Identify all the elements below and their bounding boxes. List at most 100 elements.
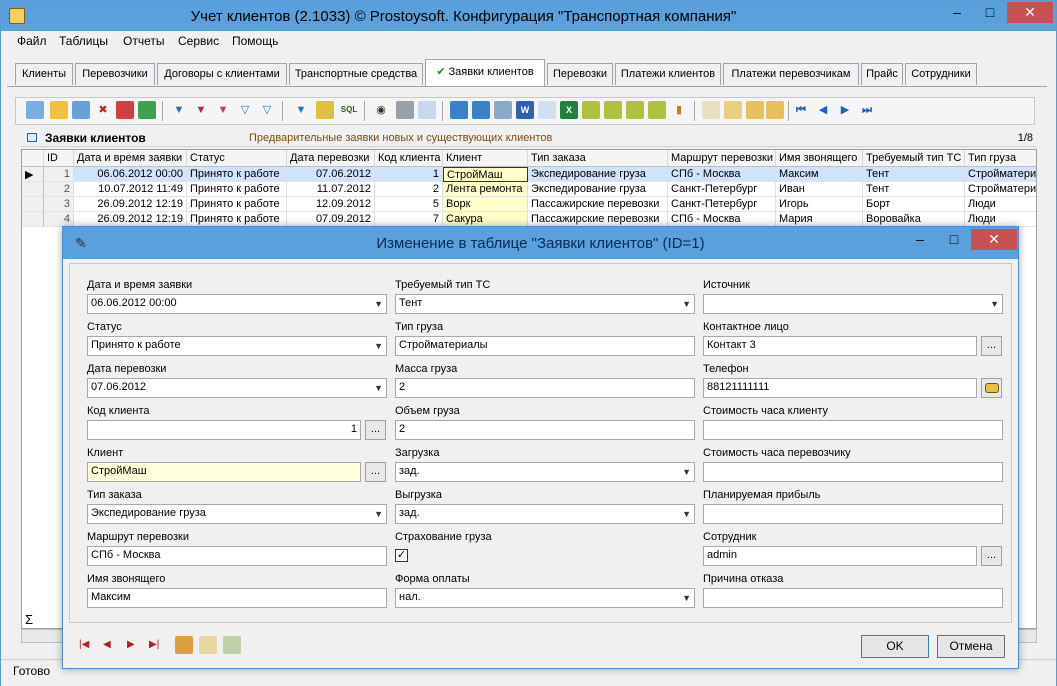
chevron-down-icon[interactable]: ▼ [682,593,691,603]
edit-icon[interactable] [50,101,68,119]
cell-order-type[interactable]: Экспедирование груза [528,182,668,197]
cell-cargo-type[interactable]: Люди [965,212,1036,227]
order-type-select[interactable]: Экспедирование груза ▼ [87,504,387,524]
sql-icon[interactable]: SQL [340,101,358,119]
cell-status[interactable]: Принято к работе [187,212,287,227]
cell-caller[interactable]: Максим [776,167,863,182]
cell-cargo-type[interactable]: Люди [965,197,1036,212]
cell-client-code[interactable]: 2 [375,182,443,197]
cargo-type-field[interactable]: Стройматериалы [395,336,695,356]
tab-transportations[interactable]: Перевозки [547,63,613,85]
cell-request-datetime[interactable]: 26.09.2012 12:19 [74,197,187,212]
chevron-down-icon[interactable]: ▼ [374,383,383,393]
cell-client[interactable]: Сакура [443,212,528,227]
report-list-icon[interactable] [746,101,764,119]
cell-caller[interactable]: Мария [776,212,863,227]
loading-select[interactable]: зад. ▼ [395,462,695,482]
tab-clients[interactable]: Клиенты [15,63,73,85]
payment-form-select[interactable]: нал. ▼ [395,588,695,608]
table-row[interactable]: 2 10.07.2012 11:49 Принято к работе 11.0… [22,182,1036,197]
column-header-client[interactable]: Клиент [443,150,528,167]
csv-icon[interactable] [582,101,600,119]
cell-vehicle-type[interactable]: Тент [863,182,965,197]
cell-client[interactable]: Ворк [443,197,528,212]
menu-file[interactable]: Файл [11,34,53,48]
import-icon[interactable] [472,101,490,119]
cell-vehicle-type[interactable]: Тент [863,167,965,182]
chevron-down-icon[interactable]: ▼ [374,299,383,309]
chevron-down-icon[interactable]: ▼ [990,299,999,309]
caller-name-field[interactable]: Максим [87,588,387,608]
tools-icon[interactable] [175,636,193,654]
cell-id[interactable]: 1 [44,167,74,182]
dialog-maximize-button[interactable]: □ [938,229,970,250]
sort-icon[interactable]: ▼ [292,101,310,119]
tab-client-payments[interactable]: Платежи клиентов [615,63,721,85]
table-row[interactable]: 3 26.09.2012 12:19 Принято к работе 12.0… [22,197,1036,212]
cell-cargo-type[interactable]: Стройматериалы [965,182,1036,197]
minimize-button[interactable]: – [941,2,973,23]
cell-request-datetime[interactable]: 26.09.2012 12:19 [74,212,187,227]
rtf-icon[interactable] [648,101,666,119]
chevron-down-icon[interactable]: ▼ [374,509,383,519]
cell-id[interactable]: 4 [44,212,74,227]
column-header-caller[interactable]: Имя звонящего [776,150,863,167]
cell-vehicle-type[interactable]: Борт [863,197,965,212]
dbf-icon[interactable] [626,101,644,119]
cell-client-code[interactable]: 5 [375,197,443,212]
cell-transport-date[interactable]: 11.07.2012 [287,182,375,197]
first-record-icon[interactable]: ⏮ [792,101,810,119]
vehicle-type-select[interactable]: Тент ▼ [395,294,695,314]
cargo-volume-field[interactable]: 2 [395,420,695,440]
reject-reason-field[interactable] [703,588,1003,608]
contact-person-lookup-button[interactable]: ... [981,336,1002,356]
employee-lookup-button[interactable]: ... [981,546,1002,566]
filter-by-value-icon[interactable]: ▽ [236,101,254,119]
cell-client[interactable]: СтройМаш [443,167,528,182]
route-field[interactable]: СПб - Москва [87,546,387,566]
column-header-transport-date[interactable]: Дата перевозки [287,150,375,167]
next-record-icon[interactable]: ▶ [127,639,135,650]
phone-icon[interactable] [981,378,1002,398]
employee-field[interactable]: admin [703,546,977,566]
cell-client-code[interactable]: 7 [375,212,443,227]
tab-price[interactable]: Прайс [861,63,903,85]
html-icon[interactable] [538,101,556,119]
last-record-icon[interactable]: ⏭ [858,101,876,119]
next-record-icon[interactable]: ▶ [836,101,854,119]
tab-carrier-payments[interactable]: Платежи перевозчикам [723,63,859,85]
cell-request-datetime[interactable]: 06.06.2012 00:00 [74,167,187,182]
cell-route[interactable]: Санкт-Петербург [668,197,776,212]
txt-icon[interactable] [604,101,622,119]
filter-clear-icon[interactable]: ▼ [214,101,232,119]
column-header-status[interactable]: Статус [187,150,287,167]
cell-caller[interactable]: Игорь [776,197,863,212]
close-button[interactable]: ✕ [1007,2,1053,23]
ok-button[interactable]: OK [861,635,929,658]
insurance-checkbox[interactable]: ✓ [395,549,408,562]
chart-icon[interactable]: ▮ [670,101,688,119]
carrier-hour-cost-field[interactable] [703,462,1003,482]
cell-status[interactable]: Принято к работе [187,182,287,197]
planned-profit-field[interactable] [703,504,1003,524]
menu-reports[interactable]: Отчеты [117,34,170,48]
cell-order-type[interactable]: Пассажирские перевозки [528,212,668,227]
cell-status[interactable]: Принято к работе [187,197,287,212]
chevron-down-icon[interactable]: ▼ [682,299,691,309]
prev-record-icon[interactable]: ◀ [814,101,832,119]
report-edit-icon[interactable] [724,101,742,119]
column-header-route[interactable]: Маршрут перевозки [668,150,776,167]
client-code-lookup-button[interactable]: ... [365,420,386,440]
phone-field[interactable]: 88121111111 [703,378,977,398]
tab-client-contracts[interactable]: Договоры с клиентами [157,63,287,85]
cell-cargo-type[interactable]: Стройматериалы [965,167,1036,182]
first-record-icon[interactable]: |◀ [79,639,89,650]
cell-transport-date[interactable]: 07.06.2012 [287,167,375,182]
unloading-select[interactable]: зад. ▼ [395,504,695,524]
delete-all-icon[interactable] [116,101,134,119]
last-record-icon[interactable]: ▶| [149,639,159,650]
cell-id[interactable]: 3 [44,197,74,212]
report-settings-icon[interactable] [766,101,784,119]
status-select[interactable]: Принято к работе ▼ [87,336,387,356]
maximize-button[interactable]: □ [974,2,1006,23]
